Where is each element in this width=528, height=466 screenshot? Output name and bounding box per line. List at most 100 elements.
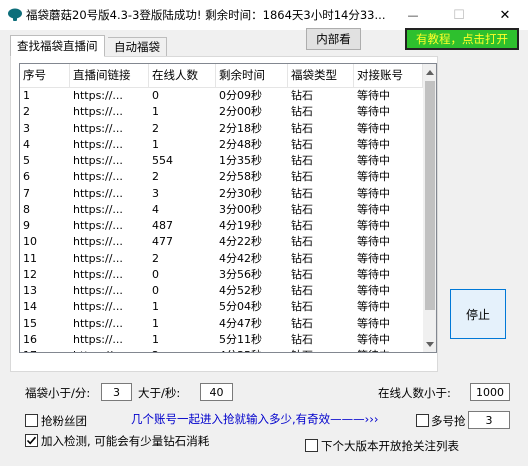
- table-row[interactable]: 7 https://... 3 2分30秒 钻石 等待中: [20, 186, 423, 202]
- cell-remaining: 4分52秒: [219, 284, 262, 297]
- next-version-checkbox[interactable]: [305, 439, 318, 452]
- multi-account-notice: 几个账号一起进入抢就输入多少,有奇效———›››: [131, 412, 379, 426]
- cell-remaining: 4分47秒: [219, 316, 262, 330]
- column-header-account[interactable]: 对接账号: [354, 64, 423, 88]
- scroll-down-arrow-icon[interactable]: [423, 336, 436, 352]
- cell-account: 等待中: [357, 137, 390, 151]
- cell-link: https://...: [73, 251, 123, 265]
- cell-online: 0: [152, 89, 159, 102]
- cell-index: 9: [23, 219, 30, 232]
- vertical-scrollbar[interactable]: [423, 64, 436, 352]
- table-row[interactable]: 12 https://... 0 3分56秒 钻石 等待中: [20, 267, 423, 283]
- maximize-button[interactable]: ☐: [436, 0, 482, 30]
- table-row[interactable]: 3 https://... 2 2分18秒 钻石 等待中: [20, 121, 423, 137]
- cell-online: 1: [152, 316, 159, 330]
- cell-index: 15: [23, 316, 37, 330]
- scroll-up-arrow-icon[interactable]: [423, 64, 436, 80]
- title-bar: 福袋蘑菇20号版4.3-3登版陆成功! 剩余时间：1864天3小时14分33..…: [0, 0, 528, 30]
- cell-online: 4: [152, 202, 159, 216]
- tab-find-live-room[interactable]: 查找福袋直播间: [10, 35, 105, 57]
- table-row[interactable]: 5 https://... 554 1分35秒 钻石 等待中: [20, 153, 423, 169]
- table-row[interactable]: 8 https://... 4 3分00秒 钻石 等待中: [20, 202, 423, 218]
- cell-online: 554: [152, 154, 173, 167]
- scrollbar-thumb[interactable]: [425, 81, 435, 310]
- table-row[interactable]: 2 https://... 1 2分00秒 钻石 等待中: [20, 104, 423, 120]
- cell-remaining: 5分04秒: [219, 300, 262, 314]
- close-icon: ✕: [499, 7, 511, 23]
- cell-online: 487: [152, 219, 173, 232]
- table-header: 序号 直播间链接 在线人数 剩余时间 福袋类型 对接账号: [20, 64, 423, 88]
- live-room-table[interactable]: 序号 直播间链接 在线人数 剩余时间 福袋类型 对接账号 1 https://..…: [19, 63, 437, 353]
- column-header-bag-type[interactable]: 福袋类型: [288, 64, 354, 88]
- online-less-label: 在线人数小于:: [378, 386, 451, 400]
- add-check-checkbox[interactable]: [25, 434, 38, 447]
- table-row[interactable]: 15 https://... 1 4分47秒 钻石 等待中: [20, 316, 423, 332]
- cell-online: 1: [152, 332, 159, 346]
- cell-index: 16: [23, 332, 37, 346]
- cell-remaining: 3分00秒: [219, 202, 262, 216]
- column-header-online[interactable]: 在线人数: [149, 64, 216, 88]
- cell-remaining: 2分18秒: [219, 121, 262, 135]
- cell-index: 8: [23, 202, 30, 216]
- stop-button[interactable]: 停止: [450, 289, 506, 339]
- cell-online: 1: [152, 300, 159, 314]
- cell-link: https://...: [73, 186, 123, 200]
- cell-bag-type: 钻石: [291, 251, 313, 265]
- table-row[interactable]: 4 https://... 1 2分48秒 钻石 等待中: [20, 137, 423, 153]
- cell-online: 0: [152, 284, 159, 297]
- cell-bag-type: 钻石: [291, 267, 313, 281]
- minimize-button[interactable]: —: [390, 0, 436, 30]
- cell-account: 等待中: [357, 219, 390, 232]
- table-row[interactable]: 14 https://... 1 5分04秒 钻石 等待中: [20, 299, 423, 315]
- maximize-icon: ☐: [453, 7, 465, 23]
- cell-online: 0: [152, 267, 159, 281]
- table-row[interactable]: 10 https://... 477 4分22秒 钻石 等待中: [20, 234, 423, 250]
- cell-account: 等待中: [357, 105, 390, 119]
- column-header-link[interactable]: 直播间链接: [70, 64, 149, 88]
- cell-remaining: 2分58秒: [219, 170, 262, 184]
- cell-online: 2: [152, 251, 159, 265]
- table-row[interactable]: 17https://...24分35秒钻石等待中: [20, 348, 423, 352]
- cell-remaining: 4分19秒: [219, 219, 262, 232]
- cell-account: 等待中: [357, 235, 390, 249]
- cell-bag-type: 钻石: [291, 235, 313, 249]
- cell-bag-type: 钻石: [291, 284, 313, 297]
- online-less-input[interactable]: [470, 383, 510, 401]
- grab-fans-checkbox[interactable]: [25, 414, 38, 427]
- greater-per-sec-input[interactable]: [200, 383, 233, 401]
- close-button[interactable]: ✕: [482, 0, 528, 30]
- bag-per-min-input[interactable]: [101, 383, 132, 401]
- cell-link: https://...: [73, 202, 123, 216]
- cell-remaining: 3分56秒: [219, 267, 262, 281]
- column-header-remaining[interactable]: 剩余时间: [216, 64, 288, 88]
- cell-bag-type: 钻石: [291, 154, 313, 167]
- tab-auto-lucky-bag[interactable]: 自动福袋: [108, 37, 167, 57]
- cell-bag-type: 钻石: [291, 202, 313, 216]
- cell-account: 等待中: [357, 332, 390, 346]
- table-row[interactable]: 9 https://... 487 4分19秒 钻石 等待中: [20, 218, 423, 234]
- cell-account: 等待中: [357, 121, 390, 135]
- cell-bag-type: 钻石: [291, 332, 313, 346]
- table-grid: 序号 直播间链接 在线人数 剩余时间 福袋类型 对接账号 1 https://..…: [20, 64, 423, 352]
- cell-bag-type: 钻石: [291, 170, 313, 184]
- cell-bag-type: 钻石: [291, 300, 313, 314]
- cell-index: 2: [23, 105, 30, 119]
- cell-link: https://...: [73, 137, 123, 151]
- cell-index: 6: [23, 170, 30, 184]
- cell-account: 等待中: [357, 300, 390, 314]
- column-header-index[interactable]: 序号: [20, 64, 70, 88]
- table-row[interactable]: 13 https://... 0 4分52秒 钻石 等待中: [20, 283, 423, 299]
- table-row[interactable]: 16 https://... 1 5分11秒 钻石 等待中: [20, 332, 423, 348]
- multi-grab-input[interactable]: [468, 411, 510, 429]
- cell-account: 等待中: [357, 284, 390, 297]
- multi-grab-checkbox[interactable]: [416, 414, 429, 427]
- inside-view-button[interactable]: 内部看: [306, 28, 361, 50]
- cell-account: 等待中: [354, 348, 423, 352]
- table-row[interactable]: 11 https://... 2 4分42秒 钻石 等待中: [20, 251, 423, 267]
- cell-account: 等待中: [357, 202, 390, 216]
- table-row[interactable]: 1 https://... 0 0分09秒 钻石 等待中: [20, 88, 423, 104]
- cell-bag-type: 钻石: [291, 89, 313, 102]
- mushroom-app-icon: [7, 7, 23, 23]
- tutorial-button[interactable]: 有教程，点击打开: [405, 28, 519, 50]
- table-row[interactable]: 6 https://... 2 2分58秒 钻石 等待中: [20, 169, 423, 185]
